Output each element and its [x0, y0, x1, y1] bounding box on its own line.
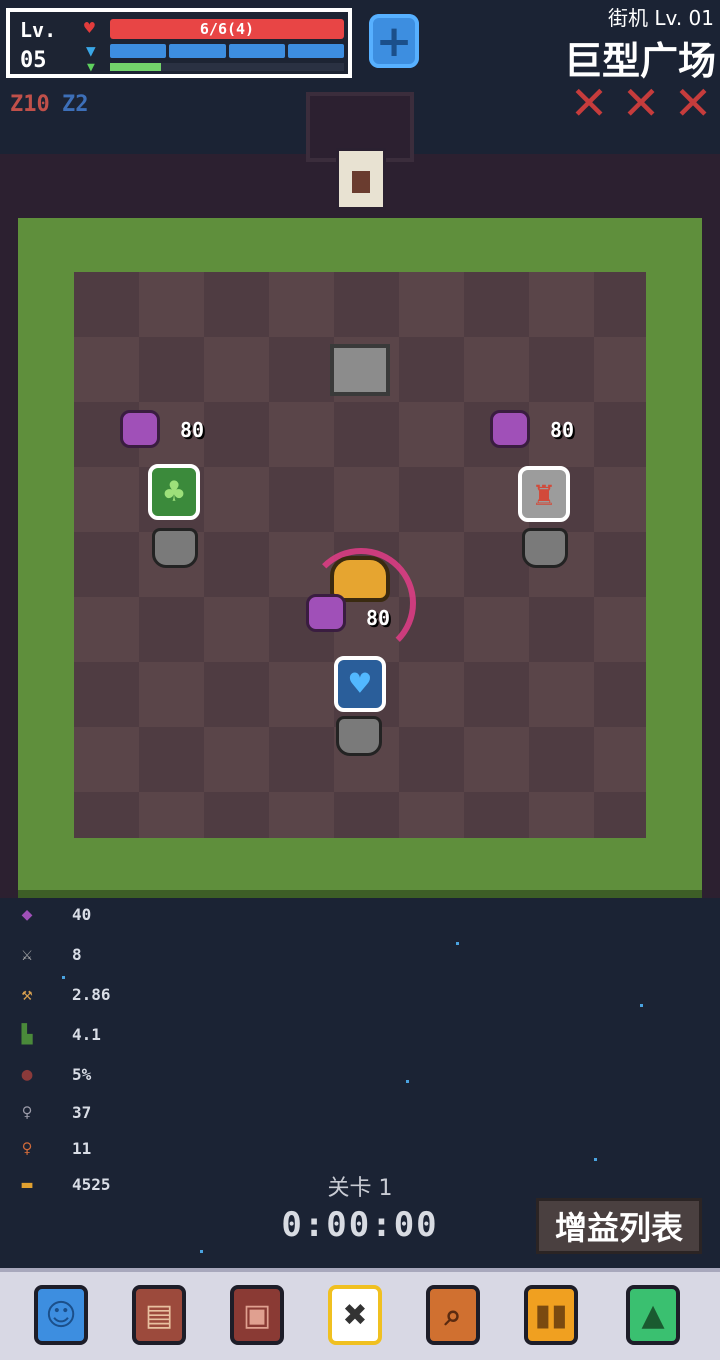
pedestal [336, 716, 382, 756]
pedestal [522, 528, 568, 568]
player-status-panel: Lv. 05 ♥ ▼ ▼ 6/6(4) [6, 8, 352, 78]
arena-right-wall [702, 218, 720, 898]
pedestal [152, 528, 198, 568]
heart-icon: ♥ [84, 18, 95, 39]
item-price: 80 [180, 418, 205, 442]
xp-icon: ▼ [87, 60, 95, 75]
shield-icon: ▼ [86, 41, 96, 60]
xp-bar [110, 63, 344, 71]
up-arrow-icon: ▲ [626, 1285, 680, 1345]
arena-left-wall [0, 218, 18, 898]
crystal-icon: ◆ [21, 903, 33, 925]
stat-move-speed: ▙ 4.1 [14, 1022, 101, 1046]
magnifier-icon: ⌕ [426, 1285, 480, 1345]
fail-x-icon: ✕ [673, 76, 713, 130]
stat-orange-keys: ♀ 11 [14, 1136, 92, 1160]
star [640, 1004, 643, 1007]
star [406, 1080, 409, 1083]
crystal-icon [306, 594, 346, 632]
blue-heart-icon[interactable]: ♥ [334, 656, 386, 712]
stat-attack-speed: ⚒ 2.86 [14, 982, 111, 1006]
plus-button[interactable]: + [369, 14, 419, 68]
crystal-icon [490, 410, 530, 448]
stat-block: ● 5% [14, 1062, 92, 1086]
locked-door[interactable] [336, 148, 386, 210]
lock-icon [352, 171, 370, 193]
character-icon: ☺ [34, 1285, 88, 1345]
blue-z-2-icon[interactable]: Z2 [62, 92, 102, 128]
buff-list-button[interactable]: 增益列表 [536, 1198, 702, 1254]
item-price: 80 [366, 606, 391, 630]
grey-key-icon: ♀ [21, 1101, 33, 1123]
run-timer: 0:00:00 [281, 1205, 439, 1245]
character-button[interactable]: ☺ [28, 1280, 94, 1350]
crossed-swords-icon: ⚔ [21, 943, 33, 965]
stone-chest[interactable] [330, 344, 390, 396]
scroll-icon: ▤ [132, 1285, 186, 1345]
hp-text: 6/6(4) [199, 20, 255, 38]
crystal-icon [120, 410, 160, 448]
pause-icon: ▮▮ [524, 1285, 578, 1345]
shield-icon: ● [21, 1063, 33, 1085]
gold-icon: ▬ [21, 1173, 33, 1195]
bottom-toolbar: ☺ ▤ ▣ ✖ ⌕ ▮▮ ▲ [0, 1268, 720, 1360]
up-arrow-button[interactable]: ▲ [620, 1280, 686, 1350]
star [62, 976, 65, 979]
item-price: 80 [550, 418, 575, 442]
star [456, 942, 459, 945]
orange-key-icon: ♀ [21, 1137, 33, 1159]
pause-button[interactable]: ▮▮ [518, 1280, 584, 1350]
level-label: Lv. [20, 18, 57, 42]
backpack-button[interactable]: ▣ [224, 1280, 290, 1350]
magnifier-button[interactable]: ⌕ [420, 1280, 486, 1350]
skull-target-button[interactable]: ✖ [322, 1280, 388, 1350]
scroll-button[interactable]: ▤ [126, 1280, 192, 1350]
boot-icon: ▙ [21, 1023, 33, 1045]
stat-gold: ▬ 4525 [14, 1172, 111, 1196]
star [594, 1158, 597, 1161]
fail-x-icon: ✕ [569, 76, 609, 130]
stat-crystal: ◆ 40 [14, 902, 92, 926]
stat-grey-keys: ♀ 37 [14, 1100, 92, 1124]
backpack-icon: ▣ [230, 1285, 284, 1345]
clover-icon[interactable]: ♣ [148, 464, 200, 520]
stat-attack: ⚔ 8 [14, 942, 82, 966]
star [200, 1250, 203, 1253]
fail-x-icon: ✕ [621, 76, 661, 130]
xp-fill [110, 63, 162, 71]
tower-icon[interactable]: ♜ [518, 466, 570, 522]
hp-bar: 6/6(4) [110, 19, 344, 39]
shield-bar [110, 44, 344, 58]
stage-label: 关卡 1 [327, 1176, 393, 1201]
skull-target-icon: ✖ [328, 1285, 382, 1345]
level-value: 05 [20, 48, 47, 73]
red-z-10-icon[interactable]: Z10 [10, 92, 50, 128]
mode-level-label: 街机 Lv. 01 [608, 6, 714, 30]
sword-icon: ⚒ [21, 983, 33, 1005]
